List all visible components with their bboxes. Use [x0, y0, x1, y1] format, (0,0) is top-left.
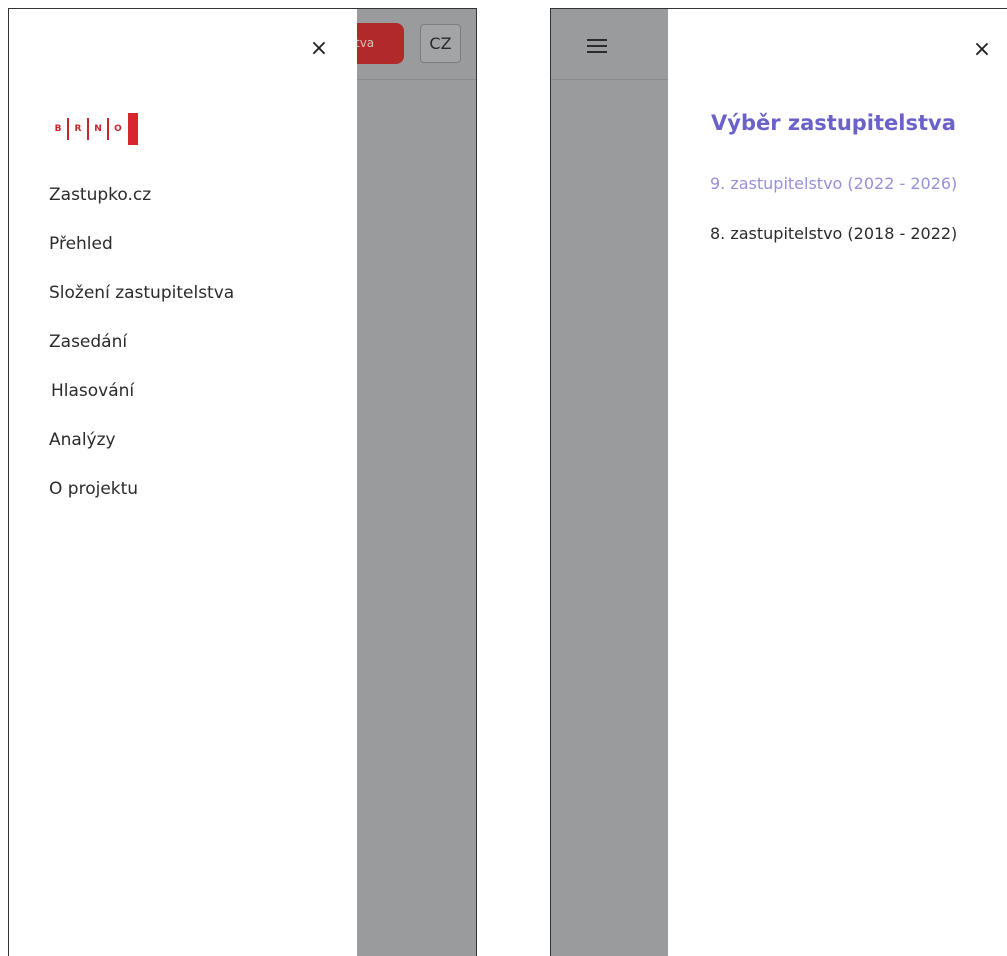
menu-item-analyzy[interactable]: Analýzy: [49, 426, 234, 475]
menu-item-zasedani[interactable]: Zasedání: [49, 328, 234, 377]
main-menu: Zastupko.cz Přehled Složení zastupitelst…: [49, 181, 234, 524]
right-phone-screen: × Výběr zastupitelstva 9. zastupitelstvo…: [550, 8, 1007, 956]
logo-divider: [67, 118, 69, 140]
language-button[interactable]: CZ: [420, 24, 461, 63]
council-term-list: 9. zastupitelstvo (2022 - 2026) 8. zastu…: [710, 171, 957, 271]
council-selection-drawer: × Výběr zastupitelstva 9. zastupitelstvo…: [668, 9, 1007, 956]
logo-letter: N: [94, 124, 102, 134]
close-icon[interactable]: ×: [971, 39, 993, 61]
dimmed-header: [551, 9, 668, 80]
hamburger-icon[interactable]: [587, 39, 607, 53]
menu-item-prehled[interactable]: Přehled: [49, 230, 234, 279]
logo-divider: [87, 118, 89, 140]
backdrop-overlay[interactable]: [551, 9, 668, 956]
menu-item-slozeni[interactable]: Složení zastupitelstva: [49, 279, 234, 328]
menu-item-o-projektu[interactable]: O projektu: [49, 475, 234, 524]
council-term-item[interactable]: 8. zastupitelstvo (2018 - 2022): [710, 221, 957, 271]
council-select-button-label: tva: [355, 36, 375, 50]
logo-block: [128, 113, 138, 145]
logo-letter: O: [114, 124, 122, 134]
navigation-drawer: × B R N O Zastupko.cz Přehled Složení za…: [9, 9, 357, 956]
logo-letter: B: [54, 124, 62, 134]
menu-item-hlasovani[interactable]: Hlasování: [49, 377, 234, 426]
left-phone-screen: tva CZ × B R N O Zastupko.cz Přehled Slo…: [8, 8, 477, 956]
logo-letter: R: [74, 124, 82, 134]
close-icon[interactable]: ×: [308, 38, 330, 60]
menu-item-zastupko[interactable]: Zastupko.cz: [49, 181, 234, 230]
brno-logo[interactable]: B R N O: [50, 113, 138, 145]
drawer-title: Výběr zastupitelstva: [711, 111, 956, 135]
backdrop-overlay[interactable]: [357, 9, 476, 956]
logo-divider: [107, 118, 109, 140]
council-term-item-selected[interactable]: 9. zastupitelstvo (2022 - 2026): [710, 171, 957, 221]
